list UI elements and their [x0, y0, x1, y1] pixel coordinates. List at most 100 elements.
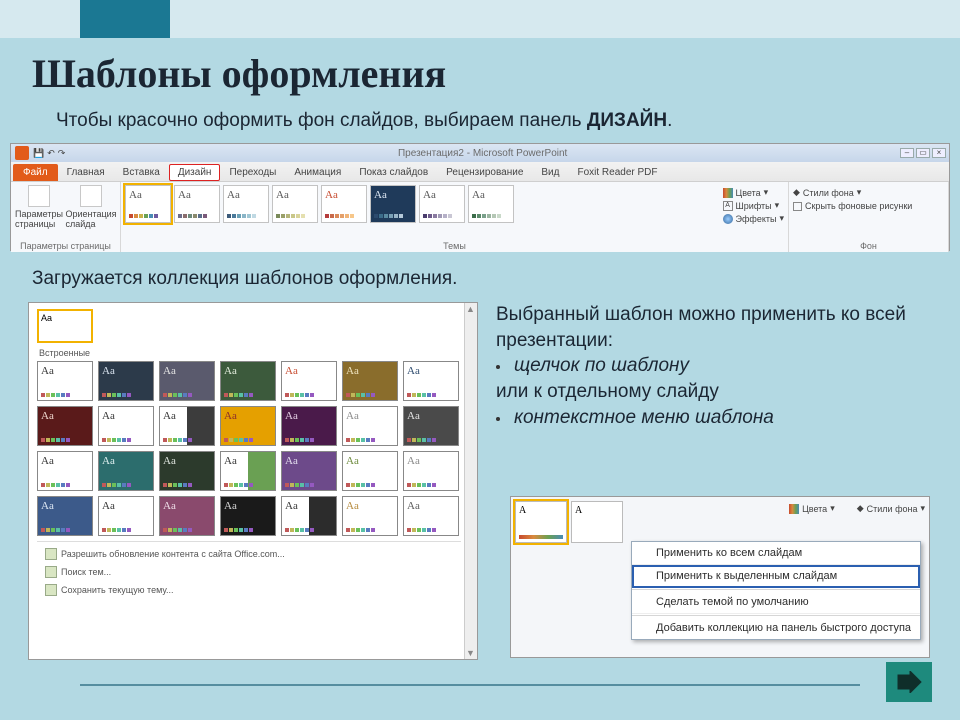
ribbon-theme-thumb[interactable]: Aa — [223, 185, 269, 223]
gallery-theme-thumb[interactable]: Aa — [37, 451, 93, 491]
right-bullet1: щелчок по шаблону — [514, 353, 689, 379]
save-theme-icon — [45, 584, 57, 596]
gallery-theme-thumb[interactable]: Aa — [281, 406, 337, 446]
bg-styles-button[interactable]: ◆Стили фона ▾ — [793, 187, 944, 198]
context-menu-screenshot: A A Цвета ▾ ◆Стили фона ▾ Применить ко в… — [510, 496, 930, 658]
tab-transitions[interactable]: Переходы — [220, 164, 285, 181]
ctx-bgstyles-button[interactable]: ◆Стили фона ▾ — [857, 503, 925, 514]
gallery-theme-thumb[interactable]: Aa — [220, 406, 276, 446]
themes-gallery[interactable]: AaAaAaAaAaAaAaAa — [125, 185, 514, 223]
gallery-scrollbar[interactable] — [464, 303, 477, 659]
gallery-theme-thumb[interactable]: Aa — [98, 496, 154, 536]
qat-redo-icon: ↷ — [58, 148, 66, 159]
themes-gallery-dropdown: Aa Встроенные AaAaAaAaAaAaAaAaAaAaAaAaAa… — [28, 302, 478, 660]
qat-undo-icon: ↶ — [47, 148, 55, 159]
orientation-button[interactable]: Ориентация слайда — [67, 185, 115, 229]
slide-accent-block — [80, 0, 170, 38]
gallery-theme-thumb[interactable]: Aa — [220, 361, 276, 401]
group-label-bg: Фон — [793, 239, 944, 252]
tab-view[interactable]: Вид — [532, 164, 568, 181]
menu-set-default[interactable]: Сделать темой по умолчанию — [632, 591, 920, 614]
gallery-theme-thumb[interactable]: Aa — [159, 451, 215, 491]
effects-button[interactable]: Эффекты ▾ — [723, 213, 784, 224]
tab-design[interactable]: Дизайн — [169, 164, 221, 181]
ribbon-tabs: Файл Главная Вставка Дизайн Переходы Ани… — [11, 162, 949, 182]
ribbon-theme-thumb[interactable]: Aa — [468, 185, 514, 223]
tab-slideshow[interactable]: Показ слайдов — [350, 164, 437, 181]
right-line1: Выбранный шаблон можно применить ко всей… — [496, 302, 936, 353]
intro-text: Чтобы красочно оформить фон слайдов, выб… — [56, 110, 672, 132]
gallery-theme-thumb[interactable]: Aa — [342, 406, 398, 446]
gallery-current-theme[interactable]: Aa — [37, 309, 93, 343]
group-label-themes: Темы — [125, 239, 784, 252]
context-menu: Применить ко всем слайдам Применить к вы… — [631, 541, 921, 640]
gallery-section-builtin: Встроенные — [39, 348, 461, 358]
gallery-theme-thumb[interactable]: Aa — [98, 451, 154, 491]
gallery-theme-thumb[interactable]: Aa — [281, 496, 337, 536]
gallery-theme-thumb[interactable]: Aa — [98, 406, 154, 446]
ribbon-theme-thumb[interactable]: Aa — [321, 185, 367, 223]
tab-file[interactable]: Файл — [13, 164, 58, 181]
ctx-colors-icon — [789, 504, 799, 514]
gallery-theme-thumb[interactable]: Aa — [220, 496, 276, 536]
qat-save-icon: 💾 — [33, 148, 44, 159]
gallery-theme-thumb[interactable]: Aa — [98, 361, 154, 401]
gallery-link-browse[interactable]: Поиск тем... — [37, 562, 461, 580]
arrow-right-icon — [896, 671, 922, 693]
slide-bottom-rule — [80, 684, 860, 686]
bg-styles-icon: ◆ — [793, 187, 800, 198]
tab-insert[interactable]: Вставка — [114, 164, 169, 181]
right-line2: или к отдельному слайду — [496, 379, 936, 405]
mid-text: Загружается коллекция шаблонов оформлени… — [32, 268, 457, 290]
ctx-colors-button[interactable]: Цвета ▾ — [789, 503, 835, 514]
next-slide-button[interactable] — [886, 662, 932, 702]
ribbon-theme-thumb[interactable]: Aa — [370, 185, 416, 223]
fonts-icon: A — [723, 201, 733, 211]
right-text-block: Выбранный шаблон можно применить ко всей… — [496, 302, 936, 430]
menu-apply-selected[interactable]: Применить к выделенным слайдам — [632, 565, 920, 588]
ribbon-theme-thumb[interactable]: Aa — [272, 185, 318, 223]
ctx-theme-selected[interactable]: A — [515, 501, 567, 543]
fonts-button[interactable]: AШрифты ▾ — [723, 200, 784, 211]
colors-button[interactable]: Цвета ▾ — [723, 187, 784, 198]
ctx-theme[interactable]: A — [571, 501, 623, 543]
orientation-icon — [80, 185, 102, 207]
right-bullet2: контекстное меню шаблона — [514, 405, 774, 431]
ribbon-theme-thumb[interactable]: Aa — [125, 185, 171, 223]
ribbon-theme-thumb[interactable]: Aa — [174, 185, 220, 223]
gallery-theme-thumb[interactable]: Aa — [159, 406, 215, 446]
gallery-theme-thumb[interactable]: Aa — [403, 406, 459, 446]
gallery-theme-thumb[interactable]: Aa — [403, 451, 459, 491]
slide-title: Шаблоны оформления — [32, 50, 446, 97]
gallery-link-save[interactable]: Сохранить текущую тему... — [37, 580, 461, 598]
gallery-theme-thumb[interactable]: Aa — [220, 451, 276, 491]
gallery-theme-thumb[interactable]: Aa — [37, 496, 93, 536]
gallery-theme-thumb[interactable]: Aa — [342, 361, 398, 401]
powerpoint-icon — [15, 146, 29, 160]
gallery-theme-thumb[interactable]: Aa — [159, 361, 215, 401]
gallery-theme-thumb[interactable]: Aa — [342, 496, 398, 536]
gallery-theme-thumb[interactable]: Aa — [342, 451, 398, 491]
gallery-theme-thumb[interactable]: Aa — [281, 361, 337, 401]
gallery-theme-thumb[interactable]: Aa — [281, 451, 337, 491]
ribbon-groups: Параметры страницы Ориентация слайда Пар… — [11, 182, 949, 252]
gallery-theme-thumb[interactable]: Aa — [37, 361, 93, 401]
page-setup-button[interactable]: Параметры страницы — [15, 185, 63, 229]
gallery-link-office[interactable]: Разрешить обновление контента с сайта Of… — [37, 544, 461, 562]
window-title: Презентация2 - Microsoft PowerPoint — [65, 148, 900, 159]
hide-bg-checkbox[interactable]: Скрыть фоновые рисунки — [793, 201, 944, 211]
ctx-bgstyles-icon: ◆ — [857, 503, 864, 514]
menu-add-qat[interactable]: Добавить коллекцию на панель быстрого до… — [632, 617, 920, 639]
menu-apply-all[interactable]: Применить ко всем слайдам — [632, 542, 920, 565]
gallery-theme-thumb[interactable]: Aa — [159, 496, 215, 536]
tab-home[interactable]: Главная — [58, 164, 114, 181]
gallery-theme-thumb[interactable]: Aa — [37, 406, 93, 446]
close-icon: × — [932, 148, 946, 158]
tab-review[interactable]: Рецензирование — [437, 164, 532, 181]
tab-animation[interactable]: Анимация — [285, 164, 350, 181]
tab-foxit[interactable]: Foxit Reader PDF — [568, 164, 666, 181]
gallery-theme-thumb[interactable]: Aa — [403, 361, 459, 401]
intro-plain: Чтобы красочно оформить фон слайдов, выб… — [56, 110, 587, 131]
gallery-theme-thumb[interactable]: Aa — [403, 496, 459, 536]
ribbon-theme-thumb[interactable]: Aa — [419, 185, 465, 223]
